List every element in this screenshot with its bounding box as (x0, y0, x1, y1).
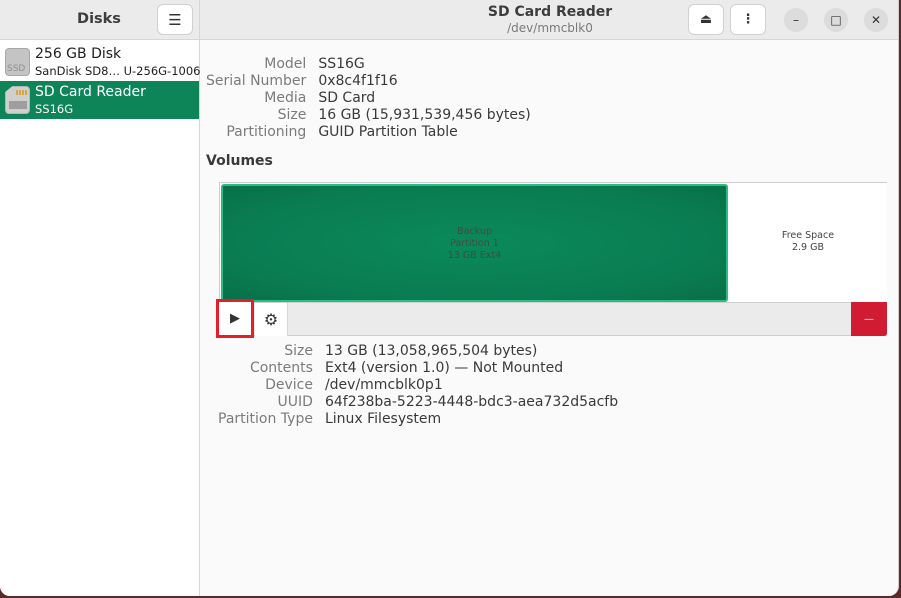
disk-item-sd-card-reader[interactable]: SD Card Reader SS16G (0, 81, 199, 119)
disk-name: 256 GB Disk (35, 46, 122, 62)
close-button[interactable]: ✕ (864, 8, 888, 32)
more-options-icon: ⋮ (741, 12, 755, 27)
maximize-icon: □ (830, 13, 842, 27)
partition-type-label: Partition Type (218, 411, 313, 427)
vol-size-label: Size (284, 343, 313, 359)
partition-options-button[interactable]: ⚙ (255, 303, 288, 336)
hamburger-menu-icon: ☰ (168, 10, 182, 29)
sidebar: Disks ☰ SSD 256 GB Disk SanDisk SD8… U-2… (0, 0, 200, 596)
partition-type-value: Linux Filesystem (324, 411, 442, 427)
volume-map: Backup Partition 1 13 GB Ext4 Free Space… (216, 182, 887, 338)
disks-window: Disks ☰ SSD 256 GB Disk SanDisk SD8… U-2… (0, 0, 899, 596)
drive-options-button[interactable]: ⋮ (730, 4, 766, 35)
media-label: Media (264, 90, 307, 106)
free-space-label: Free Space 2.9 GB (781, 230, 835, 253)
disk-name: SD Card Reader (35, 84, 146, 100)
partition-1-block[interactable]: Backup Partition 1 13 GB Ext4 (221, 184, 728, 302)
disk-item-256gb[interactable]: SSD 256 GB Disk SanDisk SD8… U-256G-1006 (0, 43, 201, 81)
maximize-button[interactable]: □ (824, 8, 848, 32)
serial-label: Serial Number (206, 73, 307, 89)
minimize-icon: – (793, 13, 799, 27)
contents-label: Contents (249, 360, 313, 376)
window-title: SD Card Reader (487, 4, 613, 20)
device-label: Device (265, 377, 313, 393)
partitioning-value: GUID Partition Table (318, 124, 458, 140)
vol-size-value: 13 GB (13,058,965,504 bytes) (324, 343, 538, 359)
minus-icon: — (864, 313, 874, 325)
main-menu-button[interactable]: ☰ (157, 4, 193, 35)
size-value: 16 GB (15,931,539,456 bytes) (318, 107, 531, 123)
model-label: Model (264, 56, 307, 72)
partition-label: Backup Partition 1 13 GB Ext4 (447, 226, 502, 261)
drive-info: Model SS16G Serial Number 0x8c4f1f16 Med… (206, 56, 531, 141)
media-value: SD Card (318, 90, 376, 106)
header-bar: SD Card Reader /dev/mmcblk0 ⏏ ⋮ – □ ✕ (200, 0, 898, 40)
uuid-label: UUID (277, 394, 313, 410)
eject-icon: ⏏ (699, 12, 713, 27)
contents-value: Ext4 (version 1.0) — Not Mounted (324, 360, 564, 376)
model-value: SS16G (318, 56, 365, 72)
volumes-heading: Volumes (206, 153, 273, 169)
size-label: Size (277, 107, 307, 123)
play-icon: ▶ (230, 311, 240, 326)
uuid-value: 64f238ba-5223-4448-bdc3-aea732d5acfb (324, 394, 619, 410)
free-space-block[interactable]: Free Space 2.9 GB (729, 183, 887, 302)
partitioning-label: Partitioning (226, 124, 307, 140)
sidebar-header: Disks ☰ (0, 0, 199, 40)
mount-button[interactable]: ▶ (216, 299, 254, 338)
close-icon: ✕ (870, 13, 882, 27)
eject-button[interactable]: ⏏ (688, 4, 724, 35)
disk-subtitle: SanDisk SD8… U-256G-1006 (35, 64, 201, 78)
disk-subtitle: SS16G (35, 102, 74, 116)
gear-icon: ⚙ (263, 310, 279, 329)
ssd-icon: SSD (5, 48, 30, 76)
window-subtitle: /dev/mmcblk0 (507, 21, 593, 35)
delete-partition-button[interactable]: — (851, 302, 887, 336)
serial-value: 0x8c4f1f16 (318, 73, 398, 89)
sd-card-icon (5, 86, 30, 114)
minimize-button[interactable]: – (784, 8, 808, 32)
volume-info: Size 13 GB (13,058,965,504 bytes) Conten… (218, 343, 618, 428)
device-value: /dev/mmcblk0p1 (324, 377, 443, 393)
volume-toolbar: ▶ ⚙ — (216, 299, 887, 338)
